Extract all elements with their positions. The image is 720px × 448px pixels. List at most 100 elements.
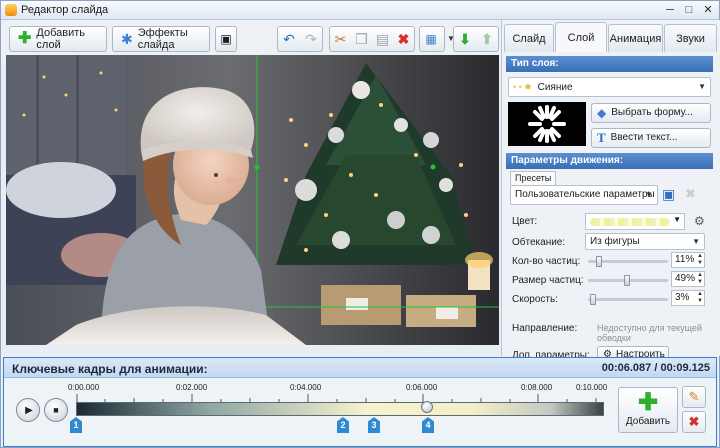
copy-icon[interactable]: ❐: [351, 27, 372, 51]
timeline-time: 00:06.087 / 00:09.125: [601, 362, 710, 374]
color-picker[interactable]: ▼: [585, 213, 685, 230]
cut-icon[interactable]: ✂: [330, 27, 351, 51]
chevron-down-icon: ▼: [692, 237, 700, 246]
align-icon[interactable]: ▦: [420, 27, 442, 51]
tab-animation[interactable]: Анимация: [608, 24, 663, 52]
count-label: Кол-во частиц:: [512, 256, 581, 267]
add-layer-button[interactable]: ✚ Добавить слой: [9, 26, 107, 52]
spinner-arrows-icon[interactable]: ▲ ▼: [697, 272, 703, 286]
keyframe-timeline: Ключевые кадры для анимации: 00:06.087 /…: [3, 357, 717, 447]
add-keyframe-label: Добавить: [625, 416, 671, 427]
tab-slide[interactable]: Слайд: [504, 24, 554, 52]
chevron-down-icon: ▼: [698, 82, 706, 91]
redo-icon[interactable]: ↷: [300, 27, 322, 51]
keyframe-marker[interactable]: 2: [337, 417, 349, 433]
spinner-arrows-icon[interactable]: ▲ ▼: [697, 253, 703, 267]
delete-keyframe-button[interactable]: ✖: [682, 411, 706, 433]
color-label: Цвет:: [512, 216, 538, 227]
preset-select[interactable]: Пользовательские параметры ▼: [510, 185, 658, 205]
plus-icon: ✚: [637, 389, 659, 416]
direction-value: Недоступно для текущей обводки: [597, 323, 702, 343]
undo-icon[interactable]: ↶: [278, 27, 300, 51]
keyframe-marker[interactable]: 1: [70, 417, 82, 433]
order-group: ⬇ ⬆: [453, 26, 499, 52]
speed-spinner[interactable]: 3% ▲ ▼: [671, 290, 705, 306]
diamond-icon: ◆: [597, 106, 607, 120]
enter-text-button[interactable]: T Ввести текст...: [591, 128, 711, 148]
ruler-label: 0:08.000: [521, 383, 553, 392]
playhead[interactable]: [421, 401, 433, 413]
chevron-down-icon: ▼: [645, 190, 653, 199]
stop-button[interactable]: ■: [44, 398, 68, 422]
size-value: 49%: [675, 273, 696, 284]
title-bar: Редактор слайда ─ □ ✕: [1, 1, 719, 20]
count-spinner[interactable]: 11% ▲ ▼: [671, 252, 705, 268]
camera-icon: ▣: [220, 32, 232, 46]
ruler-label: 0:06.000: [406, 383, 438, 392]
color-swatch: [590, 218, 670, 226]
starburst-shape-icon: [528, 105, 566, 143]
direction-label: Направление:: [512, 323, 578, 334]
enter-text-label: Ввести текст...: [610, 132, 678, 143]
move-up-icon[interactable]: ⬆: [476, 27, 498, 51]
speed-label: Скорость:: [512, 294, 558, 305]
ruler-label: 0:00.000: [68, 383, 100, 392]
add-layer-label: Добавить слой: [36, 27, 86, 51]
delete-icon: ✖: [688, 414, 700, 429]
chevron-down-icon: ▼: [673, 215, 681, 224]
slide-canvas[interactable]: [6, 55, 499, 345]
size-spinner[interactable]: 49% ▲ ▼: [671, 271, 705, 287]
add-keyframe-button[interactable]: ✚ Добавить: [618, 387, 678, 433]
keyframe-marker[interactable]: 3: [368, 417, 380, 433]
presets-tab[interactable]: Пресеты: [510, 171, 557, 185]
layer-type-header: Тип слоя:: [506, 56, 713, 72]
slide-effects-label: Эффекты слайда: [137, 27, 188, 51]
minimize-icon[interactable]: ─: [661, 2, 679, 18]
move-down-icon[interactable]: ⬇: [454, 27, 476, 51]
size-slider-thumb[interactable]: [624, 275, 630, 286]
edit-keyframe-button[interactable]: ✎: [682, 386, 706, 408]
animation-track[interactable]: [76, 402, 604, 416]
layer-type-select[interactable]: • • ✹ Сияние ▼: [508, 77, 711, 97]
play-icon: ▶: [25, 404, 33, 416]
flow-label: Обтекание:: [512, 237, 566, 248]
app-icon: [5, 4, 17, 16]
time-ruler: [76, 394, 597, 402]
choose-shape-button[interactable]: ◆ Выбрать форму...: [591, 103, 711, 123]
motion-params-header: Параметры движения:: [506, 153, 713, 169]
gear-icon[interactable]: ⚙: [694, 214, 705, 228]
speed-slider[interactable]: [588, 298, 668, 301]
tab-layer[interactable]: Слой: [555, 22, 607, 52]
save-preset-icon[interactable]: ▣: [662, 186, 675, 203]
sparkle-icon: ✱: [121, 31, 133, 47]
play-button[interactable]: ▶: [16, 398, 40, 422]
layer-type-value: Сияние: [537, 82, 573, 93]
flow-select[interactable]: Из фигуры ▼: [585, 233, 705, 250]
tab-sounds[interactable]: Звуки: [664, 24, 717, 52]
count-slider-thumb[interactable]: [596, 256, 602, 267]
timeline-title: Ключевые кадры для анимации:: [12, 362, 208, 376]
paste-icon[interactable]: ▤: [372, 27, 393, 51]
properties-panel: Слайд Слой Анимация Звуки Тип слоя: • • …: [501, 20, 720, 363]
close-icon[interactable]: ✕: [699, 2, 717, 18]
delete-icon[interactable]: ✖: [393, 27, 414, 51]
flow-value: Из фигуры: [590, 236, 640, 247]
ruler-label: 0:04.000: [290, 383, 322, 392]
speed-slider-thumb[interactable]: [590, 294, 596, 305]
history-group: ↶ ↷: [277, 26, 323, 52]
maximize-icon[interactable]: □: [680, 2, 698, 18]
camera-button[interactable]: ▣: [215, 26, 237, 52]
delete-preset-icon[interactable]: ✖: [685, 186, 696, 202]
slide-effects-button[interactable]: ✱ Эффекты слайда: [112, 26, 210, 52]
count-value: 11%: [675, 254, 695, 265]
speed-value: 3%: [675, 292, 690, 303]
ruler-label: 0:10.000: [576, 383, 608, 392]
ruler-label: 0:02.000: [176, 383, 208, 392]
spinner-arrows-icon[interactable]: ▲ ▼: [697, 291, 703, 305]
preset-value: Пользовательские параметры: [515, 189, 655, 200]
keyframe-marker[interactable]: 4: [422, 417, 434, 433]
window-title: Редактор слайда: [21, 4, 109, 16]
slide-photo: [6, 55, 499, 345]
text-icon: T: [597, 130, 606, 145]
stop-icon: ■: [53, 405, 59, 415]
